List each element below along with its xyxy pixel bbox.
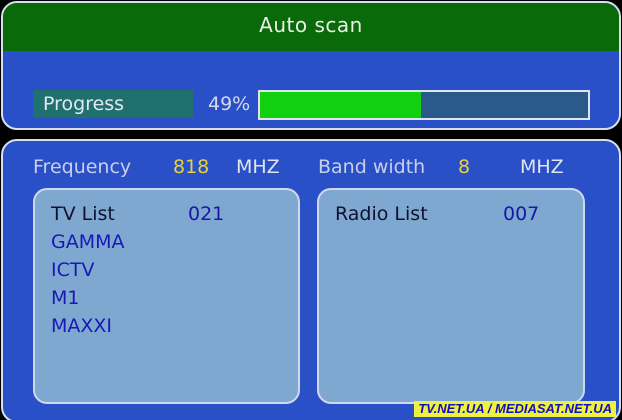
progress-bar bbox=[258, 90, 590, 120]
bandwidth-label: Band width bbox=[318, 156, 426, 178]
tv-channel-list: GAMMA ICTV M1 MAXXI bbox=[51, 228, 125, 340]
page-title: Auto scan bbox=[3, 3, 619, 51]
progress-percent: 49% bbox=[208, 93, 251, 115]
list-item[interactable]: MAXXI bbox=[51, 312, 125, 340]
progress-bar-fill bbox=[260, 92, 421, 118]
bandwidth-unit: MHZ bbox=[520, 156, 564, 178]
list-item[interactable]: M1 bbox=[51, 284, 125, 312]
list-item[interactable]: ICTV bbox=[51, 256, 125, 284]
scan-results-panel: Frequency 818 MHZ Band width 8 MHZ TV Li… bbox=[1, 139, 621, 420]
frequency-unit: MHZ bbox=[236, 156, 280, 178]
list-item[interactable]: GAMMA bbox=[51, 228, 125, 256]
watermark: TV.NET.UA / MEDIASAT.NET.UA bbox=[414, 401, 616, 417]
frequency-value: 818 bbox=[173, 156, 210, 178]
progress-label: Progress bbox=[33, 90, 193, 118]
bandwidth-value: 8 bbox=[458, 156, 471, 178]
auto-scan-screen: Auto scan Progress 49% Frequency 818 MHZ… bbox=[0, 0, 622, 420]
radio-list-box[interactable]: Radio List 007 bbox=[317, 188, 585, 404]
radio-list-count: 007 bbox=[503, 203, 540, 225]
tv-list-label: TV List bbox=[51, 203, 115, 225]
frequency-label: Frequency bbox=[33, 156, 132, 178]
tv-list-count: 021 bbox=[188, 203, 225, 225]
tv-list-box[interactable]: TV List 021 GAMMA ICTV M1 MAXXI bbox=[33, 188, 300, 404]
radio-list-label: Radio List bbox=[335, 203, 428, 225]
scan-status-panel: Auto scan Progress 49% bbox=[1, 1, 621, 130]
